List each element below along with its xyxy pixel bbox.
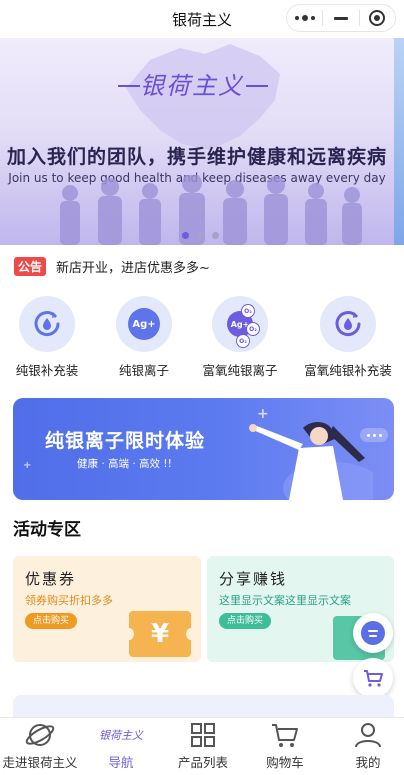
silver-ion-icon: Ag+ — [116, 296, 172, 352]
tab-label: 导航 — [108, 755, 134, 770]
banner-headline: 加入我们的团队，携手维护健康和远离疾病 — [6, 146, 387, 168]
tab-mine[interactable]: 我的 — [328, 718, 404, 775]
category-silver-ion[interactable]: Ag+ 纯银离子 — [94, 296, 194, 379]
notice-tag: 公告 — [14, 256, 47, 276]
coupon-ticket-icon: ¥ — [124, 611, 196, 657]
pager-dot[interactable] — [212, 232, 219, 239]
share-subtitle: 这里显示文案这里显示文案 — [219, 594, 351, 607]
share-buy-button[interactable]: 点击购买 — [219, 613, 272, 629]
tab-label: 我的 — [355, 755, 381, 770]
section-title: 活动专区 — [13, 520, 81, 540]
user-icon — [328, 718, 404, 752]
tab-navigation[interactable]: 银荷主义 导航 — [81, 718, 161, 775]
more-button[interactable] — [287, 5, 322, 31]
promo-banner[interactable]: + + 纯银离子限时体验 健康 · 高端 · 高效 !! — [13, 398, 394, 500]
category-silver-refill[interactable]: 纯银补充装 — [0, 296, 97, 379]
category-label: 纯银补充装 — [15, 363, 79, 378]
oxygen-silver-refill-icon — [320, 296, 376, 352]
notice-bar[interactable]: 公告 新店开业，进店优惠多多~ — [14, 256, 210, 276]
coupon-title: 优惠券 — [25, 570, 77, 588]
tab-bar: 走进银荷主义 银荷主义 导航 产品列表 购物车 我的 — [0, 717, 404, 775]
o2-bubble-icon: O₂ — [241, 304, 255, 318]
oxygen-silver-ion-icon: Ag+ O₂ O₂ O₂ — [212, 296, 268, 352]
tab-about[interactable]: 走进银荷主义 — [0, 718, 82, 775]
banner-logo: 银荷主义 — [140, 72, 244, 100]
more-dots-icon — [360, 428, 388, 442]
next-section-card — [13, 695, 394, 719]
promo-title: 纯银离子限时体验 — [45, 430, 206, 452]
tab-label: 购物车 — [266, 755, 304, 770]
tab-product-list[interactable]: 产品列表 — [163, 718, 243, 775]
chat-icon — [361, 621, 385, 645]
coupon-subtitle: 领券购买折扣多多 — [25, 594, 113, 607]
planet-icon — [0, 718, 82, 752]
share-title: 分享赚钱 — [219, 570, 288, 588]
brand-logo-icon: 银荷主义 — [99, 729, 143, 742]
pager-dot[interactable] — [197, 232, 204, 239]
doctor-illustration — [249, 422, 373, 500]
banner-pager — [182, 232, 219, 239]
tab-label: 产品列表 — [177, 755, 228, 770]
o2-bubble-icon: O₂ — [236, 334, 250, 348]
category-oxygen-silver-refill[interactable]: 富氧纯银补充装 — [298, 296, 398, 379]
tab-cart[interactable]: 购物车 — [245, 718, 325, 775]
cart-icon — [364, 670, 383, 687]
sparkle-icon: + — [23, 460, 32, 471]
tab-label: 走进银荷主义 — [2, 755, 78, 770]
cart-icon — [245, 718, 325, 752]
minimize-button[interactable] — [323, 5, 358, 31]
cart-float-button[interactable] — [353, 658, 393, 698]
close-button[interactable] — [360, 5, 395, 31]
silver-refill-icon — [19, 296, 75, 352]
category-label: 富氧纯银补充装 — [304, 363, 392, 378]
promo-subtitle: 健康 · 高端 · 高效 !! — [77, 458, 172, 470]
logo-line-right — [246, 85, 268, 87]
more-dots-icon — [294, 15, 315, 21]
minimize-icon — [333, 16, 348, 20]
category-oxygen-silver-ion[interactable]: Ag+ O₂ O₂ O₂ 富氧纯银离子 — [190, 296, 290, 379]
category-row: 纯银补充装 Ag+ 纯银离子 Ag+ O₂ O₂ O₂ 富氧纯银离子 富氧纯银补… — [0, 296, 404, 380]
notice-text: 新店开业，进店优惠多多~ — [56, 260, 210, 276]
mini-program-capsule — [286, 4, 396, 32]
category-label: 纯银离子 — [118, 363, 169, 378]
close-target-icon — [369, 10, 386, 26]
pager-dot[interactable] — [182, 232, 189, 239]
coupon-card[interactable]: 优惠券 领券购买折扣多多 点击购买 ¥ — [13, 556, 201, 662]
o2-bubble-icon: O₂ — [246, 322, 260, 336]
logo-line-left — [118, 85, 140, 87]
top-bar: 银荷主义 — [0, 0, 404, 38]
coupon-buy-button[interactable]: 点击购买 — [25, 613, 78, 629]
grid-icon — [163, 718, 243, 752]
ag-badge: Ag+ — [128, 308, 160, 340]
hero-banner[interactable]: 银荷主义 加入我们的团队，携手维护健康和远离疾病 Join us to keep… — [0, 38, 404, 245]
category-label: 富氧纯银离子 — [202, 363, 278, 378]
chat-float-button[interactable] — [353, 613, 393, 653]
